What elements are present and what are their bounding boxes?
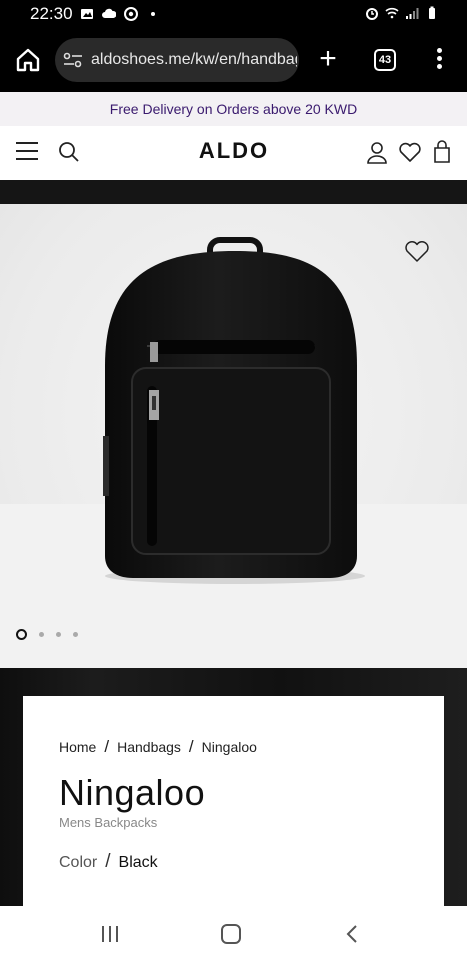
url-text[interactable]: aldoshoes.me/kw/en/handbag: [91, 51, 297, 69]
new-tab-icon[interactable]: +: [316, 44, 340, 74]
chrome-icon: [124, 7, 138, 21]
breadcrumb-current: Ningaloo: [201, 739, 257, 755]
product-category: Mens Backpacks: [59, 815, 158, 830]
back-icon[interactable]: [345, 924, 359, 944]
status-left-icons: [80, 7, 160, 21]
gallery-dot[interactable]: [73, 632, 78, 637]
tab-switcher-button[interactable]: 43: [374, 49, 396, 71]
breadcrumb-home[interactable]: Home: [59, 739, 96, 755]
breadcrumb: Home / Handbags / Ningaloo: [59, 737, 257, 757]
system-navigation-bar: [0, 906, 467, 960]
recent-apps-icon[interactable]: [100, 925, 120, 943]
product-image-gallery[interactable]: [0, 204, 467, 668]
signal-icon: [406, 8, 419, 19]
hamburger-menu-icon[interactable]: [16, 142, 38, 160]
gallery-dot[interactable]: [39, 632, 44, 637]
product-title: Ningaloo: [59, 772, 206, 813]
gallery-dot[interactable]: [56, 632, 61, 637]
promo-banner: Free Delivery on Orders above 20 KWD: [0, 92, 467, 126]
product-info-card: Home / Handbags / Ningaloo Ningaloo Mens Bac…: [23, 696, 444, 910]
backpack-product-image: [103, 237, 365, 584]
alarm-icon: [366, 8, 378, 20]
status-right-icons: [365, 6, 439, 20]
account-icon[interactable]: [366, 141, 388, 165]
search-icon[interactable]: [58, 141, 80, 163]
browser-menu-icon[interactable]: [430, 48, 448, 72]
browser-toolbar: aldoshoes.me/kw/en/handbag + 43: [0, 30, 467, 90]
product-color: Color / Black: [59, 851, 158, 873]
dot-icon: [151, 12, 155, 16]
home-nav-icon[interactable]: [221, 924, 241, 944]
aldo-logo[interactable]: ALDO: [170, 138, 298, 164]
status-time: 22:30: [30, 4, 73, 23]
color-separator: /: [105, 851, 111, 872]
color-label: Color: [59, 854, 98, 871]
breadcrumb-separator: /: [188, 737, 194, 756]
breadcrumb-separator: /: [104, 737, 110, 756]
wishlist-icon[interactable]: [398, 141, 422, 163]
image-icon: [81, 9, 93, 19]
cloud-icon: [102, 8, 116, 18]
add-to-wishlist-icon[interactable]: [404, 240, 430, 264]
wifi-icon: [385, 7, 399, 19]
gallery-dot[interactable]: [16, 629, 27, 640]
status-bar: 22:30: [0, 0, 467, 30]
background-strip: [0, 180, 467, 204]
home-icon[interactable]: [14, 46, 42, 74]
shopping-bag-icon[interactable]: [433, 140, 451, 164]
address-bar[interactable]: aldoshoes.me/kw/en/handbag: [55, 38, 299, 82]
site-settings-icon[interactable]: [63, 51, 83, 69]
gallery-pagination: [16, 629, 78, 640]
breadcrumb-handbags[interactable]: Handbags: [117, 739, 181, 755]
site-header: ALDO: [0, 126, 467, 180]
color-value: Black: [118, 854, 158, 871]
battery-icon: [429, 6, 435, 19]
